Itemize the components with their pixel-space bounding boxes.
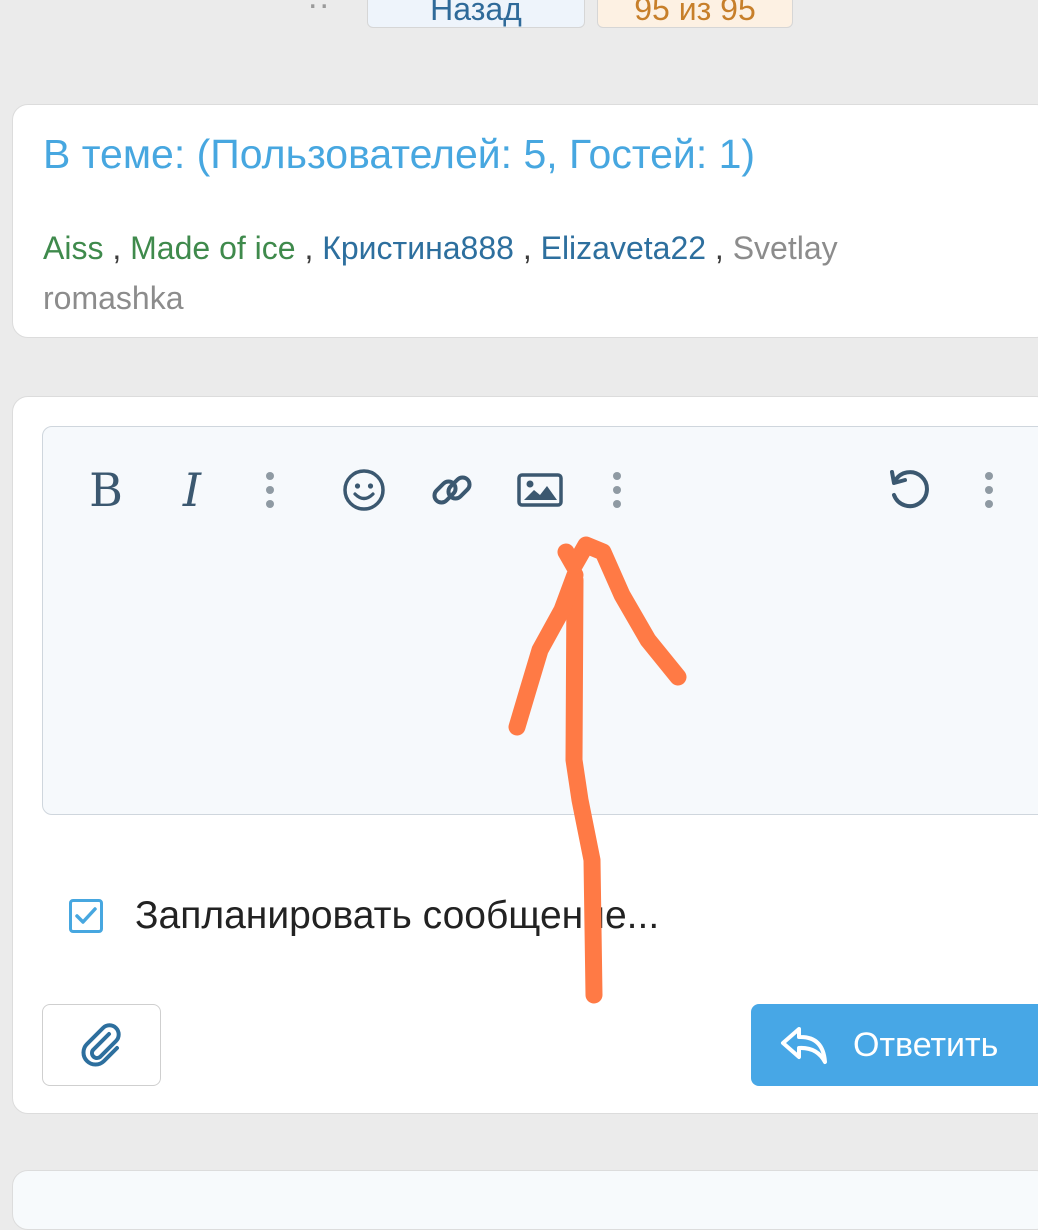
user-link[interactable]: Aiss [43, 230, 103, 266]
more-options-icon[interactable] [258, 465, 282, 515]
pagination-ellipsis: .. [308, 0, 331, 17]
user-link[interactable]: Made of ice [130, 230, 295, 266]
message-editor[interactable]: B I [42, 426, 1038, 815]
link-icon[interactable] [428, 465, 476, 515]
bold-icon[interactable]: B [87, 463, 125, 517]
user-link[interactable]: Кристина888 [322, 230, 514, 266]
more-options-icon[interactable] [977, 465, 1001, 515]
next-card [12, 1170, 1038, 1230]
online-users-list: Aiss , Made of ice , Кристина888 , Eliza… [43, 223, 933, 323]
schedule-checkbox[interactable] [69, 899, 103, 933]
user-separator: , [112, 230, 122, 266]
user-separator: , [714, 230, 724, 266]
reply-form-card: B I Запланировать сообщение... Ответить [12, 396, 1038, 1114]
emoji-icon[interactable] [341, 465, 387, 515]
schedule-label[interactable]: Запланировать сообщение... [135, 894, 659, 938]
reply-button-label: Ответить [853, 1025, 999, 1064]
pagination-bar: .. Назад 95 из 95 [0, 0, 1038, 40]
reply-icon [781, 1027, 827, 1064]
undo-icon[interactable] [885, 465, 933, 515]
italic-icon[interactable]: I [175, 463, 209, 517]
attach-file-button[interactable] [42, 1004, 161, 1086]
image-icon[interactable] [515, 465, 565, 515]
user-link[interactable]: Elizaveta22 [541, 230, 706, 266]
user-separator: , [522, 230, 532, 266]
online-users-title[interactable]: В теме: (Пользователей: 5, Гостей: 1) [43, 131, 755, 178]
reply-button[interactable]: Ответить [751, 1004, 1038, 1086]
user-separator: , [304, 230, 314, 266]
checkmark-icon [75, 907, 97, 924]
page-counter-button[interactable]: 95 из 95 [597, 0, 793, 28]
schedule-message-row[interactable]: Запланировать сообщение... [69, 893, 659, 939]
more-options-icon[interactable] [605, 465, 629, 515]
online-users-card: В теме: (Пользователей: 5, Гостей: 1) Ai… [12, 104, 1038, 338]
back-button[interactable]: Назад [367, 0, 585, 28]
paperclip-icon [81, 1023, 121, 1067]
